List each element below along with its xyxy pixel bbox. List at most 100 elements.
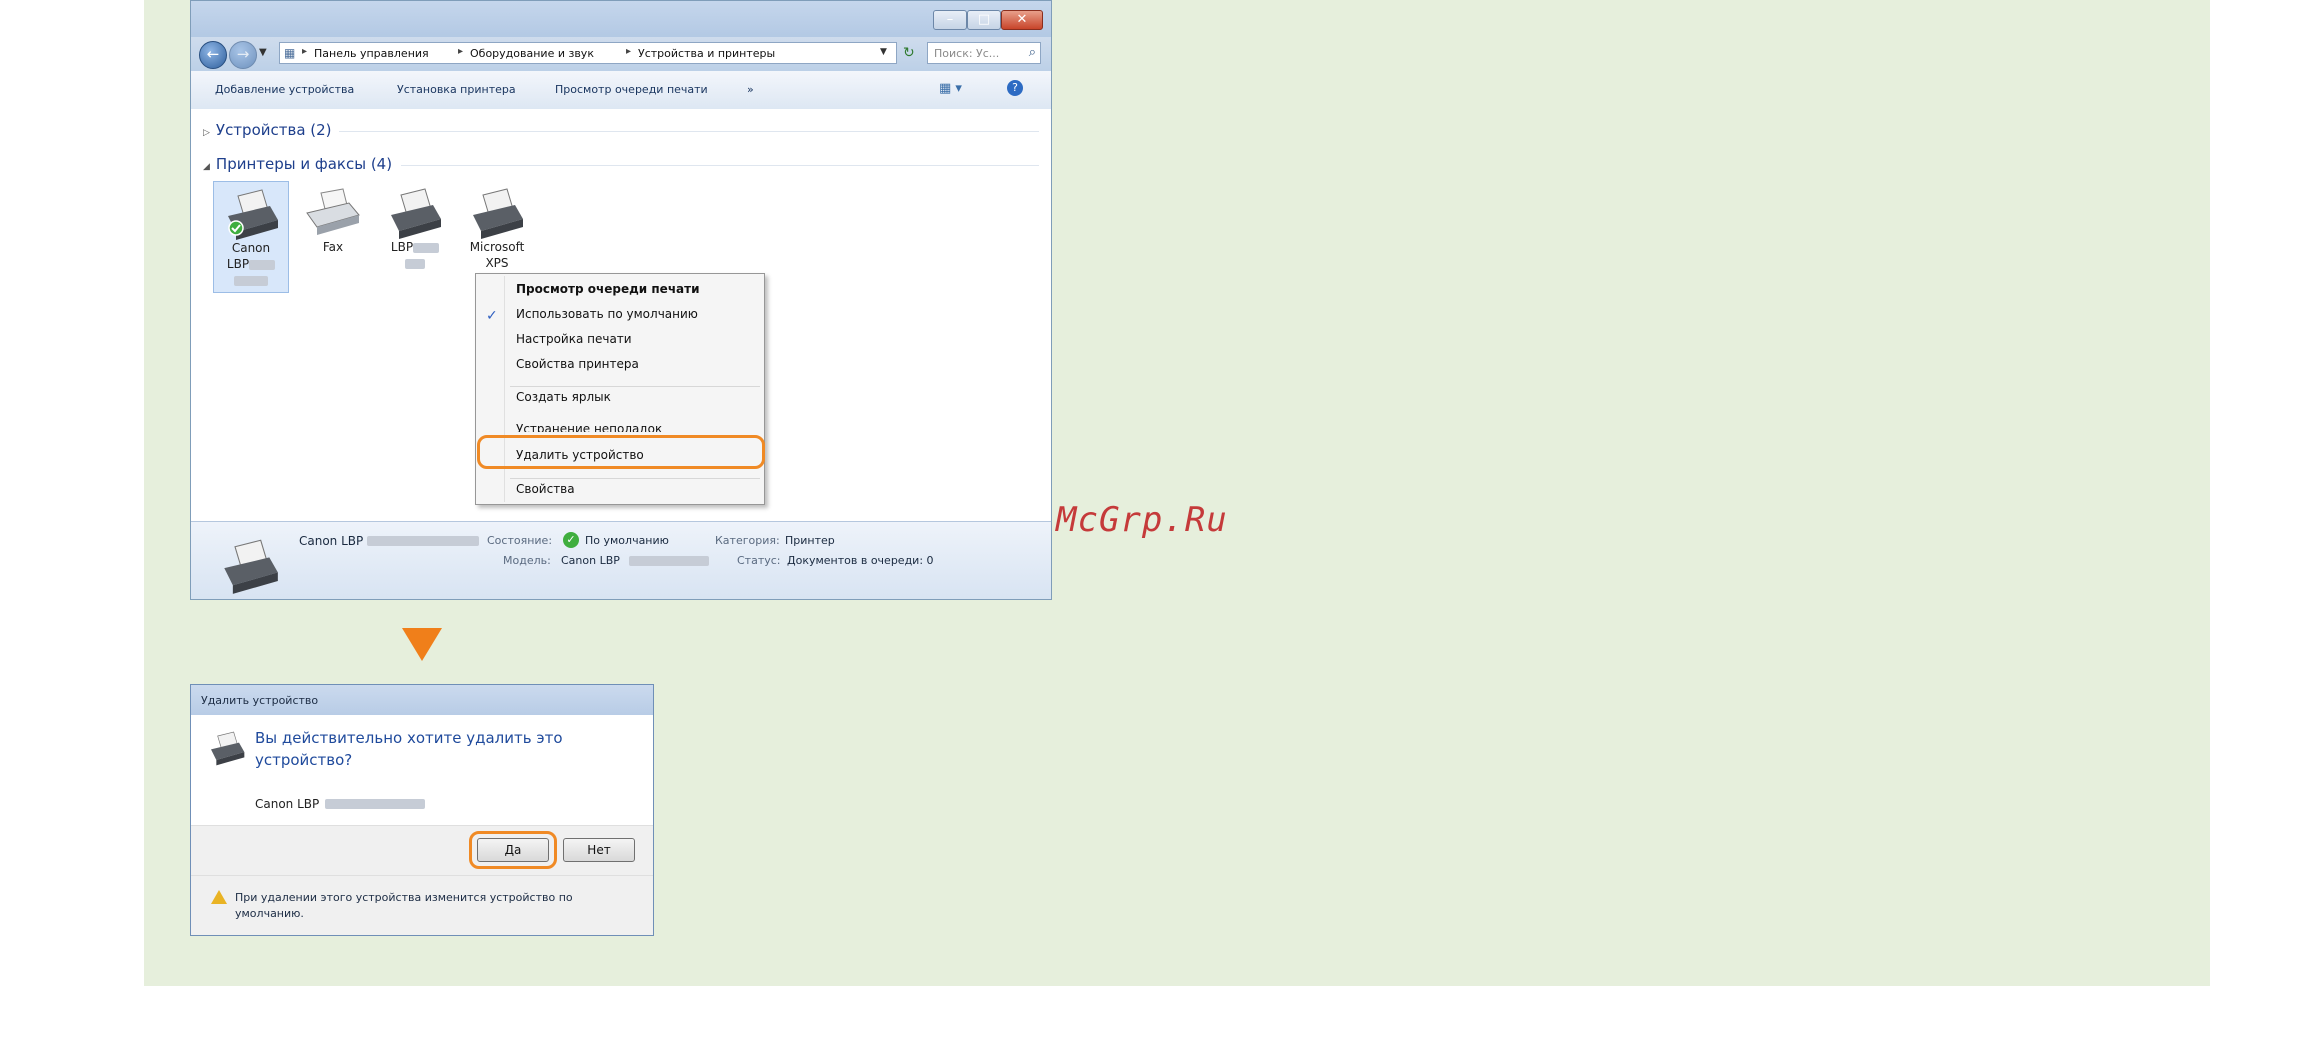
- checkmark-icon: ✓: [486, 308, 498, 324]
- device-label: Canon LBP: [214, 240, 288, 288]
- address-bar[interactable]: ▦ ▸ Панель управления ▸ Оборудование и з…: [279, 42, 897, 64]
- printer-icon: [224, 539, 278, 594]
- breadcrumb-item[interactable]: Оборудование и звук: [470, 47, 594, 60]
- details-state-label: Состояние:: [487, 534, 553, 547]
- redacted-text: [234, 275, 268, 286]
- group-printers[interactable]: ◢ Принтеры и факсы (4): [203, 155, 392, 173]
- printer-fax[interactable]: Fax: [295, 181, 371, 293]
- no-button[interactable]: Нет: [563, 838, 635, 862]
- control-panel-icon: ▦: [284, 46, 296, 60]
- devices-and-printers-window: – □ ✕ ← → ▼ ▦ ▸ Панель управления ▸ Обор…: [190, 0, 1052, 600]
- expanded-triangle-icon: ◢: [203, 162, 210, 172]
- menu-item-create-shortcut[interactable]: Создать ярлык: [516, 390, 611, 404]
- redacted-text: [367, 536, 479, 546]
- details-status-label: Статус:: [737, 554, 781, 567]
- menu-item-printer-properties[interactable]: Свойства принтера: [516, 357, 639, 371]
- menu-item-print-queue[interactable]: Просмотр очереди печати: [516, 282, 700, 296]
- close-icon: ✕: [1016, 12, 1028, 27]
- view-options-icon[interactable]: ▦ ▾: [939, 81, 962, 96]
- group-devices[interactable]: ▷ Устройства (2): [203, 121, 332, 139]
- watermark: McGrp.Ru: [1056, 500, 1228, 540]
- search-placeholder: Поиск: Ус...: [934, 47, 1000, 60]
- group-divider: [339, 131, 1039, 132]
- redacted-text: [405, 258, 425, 269]
- remove-device-highlight: [477, 435, 765, 469]
- dialog-question: Вы действительно хотите удалить это устр…: [255, 729, 563, 769]
- command-bar: Добавление устройства Установка принтера…: [191, 71, 1051, 110]
- add-printer-button[interactable]: Установка принтера: [397, 83, 516, 96]
- printer-canon-lbp[interactable]: Canon LBP: [213, 181, 289, 293]
- default-check-icon: ✓: [563, 532, 579, 548]
- redacted-text: [413, 242, 440, 253]
- search-input[interactable]: Поиск: Ус... ⌕: [927, 42, 1041, 64]
- breadcrumb-item[interactable]: Устройства и принтеры: [638, 47, 775, 60]
- device-name: Microsoft: [469, 240, 525, 254]
- forward-button[interactable]: →: [229, 41, 257, 69]
- history-dropdown-icon[interactable]: ▼: [259, 47, 267, 58]
- print-queue-button[interactable]: Просмотр очереди печати: [555, 83, 708, 96]
- help-icon[interactable]: ?: [1007, 80, 1023, 96]
- dialog-body: Вы действительно хотите удалить это устр…: [191, 715, 653, 825]
- printer-lbp[interactable]: LBP: [377, 181, 453, 293]
- minimize-button[interactable]: –: [933, 10, 967, 30]
- minimize-icon: –: [946, 12, 954, 27]
- device-model: XPS: [485, 256, 509, 270]
- group-devices-label: Устройства (2): [215, 121, 332, 139]
- dialog-button-area: Да Нет: [191, 825, 653, 876]
- remove-device-dialog: Удалить устройство Вы действительно хоти…: [190, 684, 654, 936]
- breadcrumb-separator-icon[interactable]: ▸: [626, 46, 631, 57]
- dialog-footer: При удалении этого устройства изменится …: [191, 875, 653, 935]
- address-dropdown-icon[interactable]: ▼: [880, 47, 887, 57]
- details-category-value: Принтер: [785, 534, 835, 547]
- context-menu: Просмотр очереди печати ✓ Использовать п…: [475, 273, 765, 505]
- back-button[interactable]: ←: [199, 41, 227, 69]
- back-arrow-icon: ←: [206, 45, 220, 63]
- device-name: Canon: [231, 241, 271, 255]
- menu-item-troubleshoot[interactable]: Устранение неполадок: [516, 422, 662, 432]
- yes-button-highlight: [469, 831, 557, 869]
- menu-separator: [510, 478, 760, 479]
- menu-separator: [510, 386, 760, 387]
- device-label: Microsoft XPS: [459, 239, 535, 271]
- address-row: ← → ▼ ▦ ▸ Панель управления ▸ Оборудован…: [191, 37, 1051, 71]
- dialog-note: При удалении этого устройства изменится …: [235, 891, 573, 920]
- redacted-text: [249, 259, 276, 270]
- search-icon[interactable]: ⌕: [1029, 45, 1036, 60]
- printer-icon: [391, 188, 441, 239]
- more-commands-button[interactable]: »: [747, 83, 754, 96]
- refresh-icon[interactable]: ↻: [903, 45, 915, 61]
- warning-icon: [211, 890, 227, 904]
- details-pane: Canon LBP Состояние: ✓ По умолчанию Кате…: [191, 521, 1051, 599]
- device-label: LBP: [377, 239, 453, 271]
- details-category-label: Категория:: [715, 534, 780, 547]
- device-model: LBP: [226, 257, 250, 271]
- collapsed-triangle-icon: ▷: [203, 128, 210, 138]
- step-arrow-icon: [402, 628, 442, 661]
- printer-icon: [228, 189, 278, 240]
- printer-icon: [473, 188, 523, 239]
- details-model-label: Модель:: [503, 554, 551, 567]
- breadcrumb-item[interactable]: Панель управления: [314, 47, 429, 60]
- maximize-button[interactable]: □: [967, 10, 1001, 30]
- forward-arrow-icon: →: [236, 45, 250, 63]
- close-button[interactable]: ✕: [1001, 10, 1043, 30]
- device-label: Fax: [322, 240, 344, 254]
- menu-item-set-default[interactable]: Использовать по умолчанию: [516, 307, 698, 321]
- fax-icon: [306, 188, 360, 235]
- group-printers-label: Принтеры и факсы (4): [215, 155, 393, 173]
- device-name: LBP: [390, 240, 414, 254]
- maximize-icon: □: [977, 12, 991, 27]
- printer-icon: [211, 731, 245, 766]
- add-device-button[interactable]: Добавление устройства: [215, 83, 354, 96]
- menu-item-printing-preferences[interactable]: Настройка печати: [516, 332, 632, 346]
- details-state-value: По умолчанию: [585, 534, 669, 547]
- menu-item-properties[interactable]: Свойства: [516, 482, 575, 496]
- details-status-value: Документов в очереди: 0: [787, 554, 934, 567]
- details-device-name: Canon LBP: [299, 534, 364, 548]
- breadcrumb-separator-icon[interactable]: ▸: [302, 46, 307, 57]
- group-divider: [401, 165, 1039, 166]
- details-model-value: Canon LBP: [561, 554, 620, 567]
- redacted-text: [629, 556, 709, 566]
- breadcrumb-separator-icon[interactable]: ▸: [458, 46, 463, 57]
- dialog-title: Удалить устройство: [201, 694, 319, 707]
